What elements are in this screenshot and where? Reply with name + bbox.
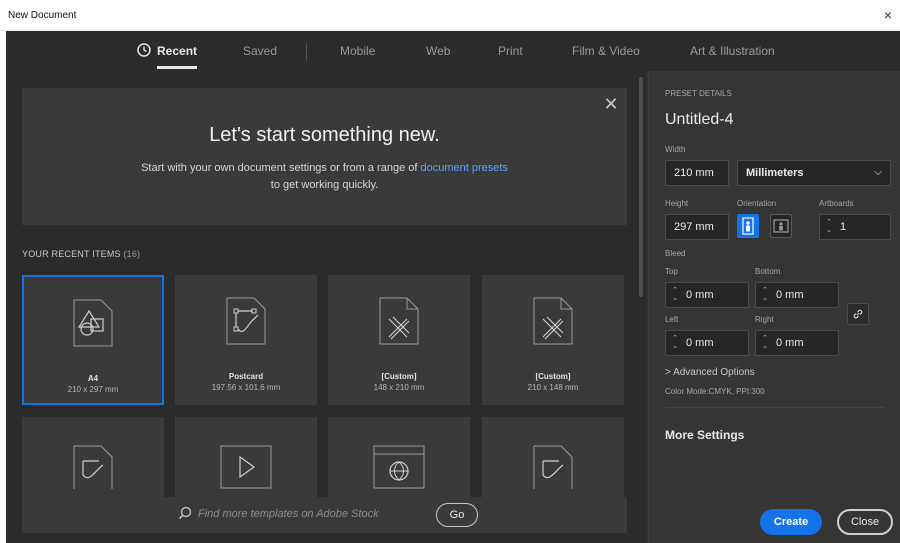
bleed-left-label: Left [665,315,679,324]
bleed-top-label: Top [665,267,678,276]
create-button[interactable]: Create [760,509,822,535]
bleed-left-value: 0 mm [686,337,714,349]
shapes-icon [73,299,113,347]
templates-pane: ✕ Let's start something new. Start with … [6,71,646,543]
card-size: 197.56 x 101.6 mm [211,383,281,392]
card-name: [Custom] [535,372,571,381]
units-value: Millimeters [746,167,804,179]
close-button[interactable]: Close [837,509,893,535]
tab-saved[interactable]: Saved [243,44,277,58]
artboards-stepper[interactable]: ⌃ ⌄ 1 [819,214,891,240]
orientation-label: Orientation [737,199,777,208]
card-size: 210 x 297 mm [67,385,119,394]
card-size: 148 x 210 mm [373,383,425,392]
clock-icon [137,43,151,57]
bleed-bottom-value: 0 mm [776,289,804,301]
recent-items-count: (16) [123,249,141,259]
recent-items-label: YOUR RECENT ITEMS (16) [22,249,140,259]
stepper-arrows-icon[interactable]: ⌃ ⌄ [671,335,679,351]
bleed-bottom-label: Bottom [755,267,781,276]
bleed-right-label: Right [755,315,774,324]
tab-recent[interactable]: Recent [157,44,197,58]
stepper-arrows-icon[interactable]: ⌃ ⌄ [761,287,769,303]
ruler-pencil-icon [533,297,573,345]
window-titlebar: New Document × [0,0,900,31]
bleed-top-value: 0 mm [686,289,714,301]
tab-film-video[interactable]: Film & Video [572,44,640,58]
bleed-label: Bleed [665,249,686,258]
recent-item-card[interactable] [482,417,624,497]
card-name: A4 [87,374,99,383]
welcome-title: Let's start something new. [209,124,440,146]
welcome-banner: ✕ Let's start something new. Start with … [22,88,627,225]
tab-mobile[interactable]: Mobile [340,44,375,58]
globe-web-icon [373,445,425,489]
pen-path-icon [226,297,266,345]
templates-scrollbar[interactable] [639,77,643,297]
play-icon [220,445,272,489]
chain-link-icon [853,309,863,319]
bleed-right-stepper[interactable]: ⌃ ⌄ 0 mm [755,330,839,356]
tab-print[interactable]: Print [498,44,523,58]
recent-item-card[interactable] [328,417,470,497]
search-icon [178,506,192,520]
bleed-right-value: 0 mm [776,337,804,349]
recent-item-card[interactable] [22,417,164,497]
recent-item-card[interactable]: Postcard 197.56 x 101.6 mm [175,275,317,405]
recent-item-card[interactable]: [Custom] 210 x 148 mm [482,275,624,405]
bleed-bottom-stepper[interactable]: ⌃ ⌄ 0 mm [755,282,839,308]
artboards-value: 1 [840,221,847,233]
tab-art-illustration[interactable]: Art & Illustration [690,44,775,58]
recent-item-card[interactable] [175,417,317,497]
stepper-arrows-icon[interactable]: ⌃ ⌄ [825,219,833,235]
window-title: New Document [8,10,77,21]
height-label: Height [665,199,689,208]
active-tab-indicator [157,66,197,69]
go-button[interactable]: Go [436,503,478,527]
more-settings-button[interactable]: More Settings [665,428,744,442]
color-mode-summary: Color Mode:CMYK, PPI:300 [665,387,765,396]
divider [665,407,885,408]
width-label: Width [665,145,686,154]
units-dropdown[interactable]: Millimeters ⌵ [737,160,891,186]
link-bleed-icon[interactable] [847,303,869,325]
category-tabbar: Recent Saved Mobile Web Print Film & Vid… [6,31,900,71]
artboards-label: Artboards [819,199,854,208]
bleed-left-stepper[interactable]: ⌃ ⌄ 0 mm [665,330,749,356]
welcome-text-before: Start with your own document settings or… [141,162,421,174]
stock-search-bar: Find more templates on Adobe Stock Go [22,497,627,533]
height-field[interactable]: 297 mm [665,214,729,240]
preset-details-panel: PRESET DETAILS Untitled-4 Width 210 mm M… [648,71,900,543]
bleed-top-stepper[interactable]: ⌃ ⌄ 0 mm [665,282,749,308]
tab-web[interactable]: Web [426,44,450,58]
recent-item-card[interactable]: A4 210 x 297 mm [22,275,164,405]
document-presets-link[interactable]: document presets [420,162,507,174]
welcome-text: Start with your own document settings or… [22,160,627,194]
chevron-down-icon: ⌵ [874,167,882,178]
portrait-icon [742,217,754,235]
window-close-icon[interactable]: × [880,8,896,24]
landscape-icon [773,219,789,233]
recent-item-card[interactable]: [Custom] 148 x 210 mm [328,275,470,405]
pen-path-icon [73,445,113,489]
card-name: [Custom] [381,372,417,381]
document-name-input[interactable]: Untitled-4 [665,111,733,129]
recent-items-heading: YOUR RECENT ITEMS [22,249,121,259]
preset-details-label: PRESET DETAILS [665,89,732,98]
stock-search-input[interactable]: Find more templates on Adobe Stock [198,508,379,520]
welcome-text-after: to get working quickly. [270,179,379,191]
card-size: 210 x 148 mm [527,383,579,392]
width-field[interactable]: 210 mm [665,160,729,186]
new-document-dialog: Recent Saved Mobile Web Print Film & Vid… [6,31,900,543]
card-name: Postcard [228,372,264,381]
landscape-orientation-button[interactable] [770,214,792,238]
close-banner-icon[interactable]: ✕ [603,95,619,113]
advanced-options-toggle[interactable]: > Advanced Options [665,367,755,378]
portrait-orientation-button[interactable] [737,214,759,238]
tab-divider [306,43,307,61]
stepper-arrows-icon[interactable]: ⌃ ⌄ [761,335,769,351]
ruler-pencil-icon [379,297,419,345]
pen-path-icon [533,445,573,489]
stepper-arrows-icon[interactable]: ⌃ ⌄ [671,287,679,303]
